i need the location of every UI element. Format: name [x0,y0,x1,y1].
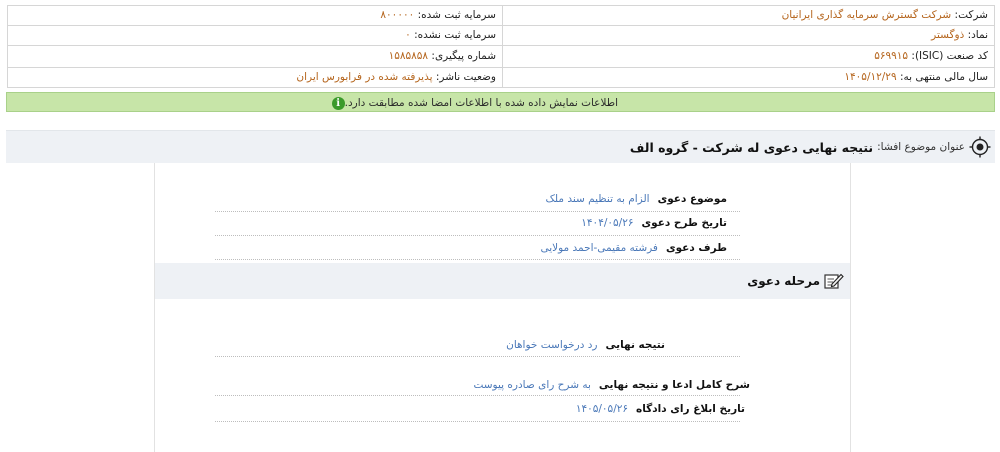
symbol-cell: نماد: ذوگستر [502,26,994,46]
final-result-label: نتیجه نهایی [605,339,666,351]
company-name-cell: شرکت: شرکت گسترش سرمایه گذاری ایرانیان [502,6,994,26]
isic-value: ۵۶۹۹۱۵ [874,50,909,62]
isic-cell: کد صنعت (ISIC): ۵۶۹۹۱۵ [502,46,994,68]
info-row: شرکت: شرکت گسترش سرمایه گذاری ایرانیان س… [8,6,994,26]
full-description-label: شرح کامل ادعا و نتیجه نهایی [598,379,750,391]
notice-text: اطلاعات نمایش داده شده با اطلاعات امضا ش… [344,97,618,109]
fiscal-year-cell: سال مالی منتهی به: ۱۴۰۵/۱۲/۲۹ [502,68,994,88]
claim-content-panel: موضوع دعوی الزام به تنظیم سند ملک تاریخ … [154,163,851,452]
fiscal-year-label: سال مالی منتهی به: [899,71,988,83]
registered-capital-label: سرمایه ثبت شده: [417,9,496,21]
symbol-label: نماد: [967,29,988,41]
divider [215,259,740,260]
verdict-date-value: ۱۴۰۵/۰۵/۲۶ [575,403,629,415]
claim-subject-row: موضوع دعوی الزام به تنظیم سند ملک [546,193,728,205]
company-label: شرکت: [954,9,988,21]
claim-stage-title: مرحله دعوی [747,274,820,288]
divider [215,395,740,396]
verdict-date-row: تاریخ ابلاغ رای دادگاه ۱۴۰۵/۰۵/۲۶ [576,403,745,415]
publisher-status-cell: وضعیت ناشر: پذیرفته شده در فرابورس ایران [8,68,502,88]
edit-icon [824,273,844,289]
claim-party-value: فرشته مقیمی-احمد مولایی [540,242,658,254]
symbol-value: ذوگستر [931,29,965,41]
info-row: سال مالی منتهی به: ۱۴۰۵/۱۲/۲۹ وضعیت ناشر… [8,68,994,88]
full-description-row: شرح کامل ادعا و نتیجه نهایی به شرح رای ص… [473,379,750,391]
info-icon: i [331,96,345,110]
claim-party-label: طرف دعوی [665,242,727,254]
registered-capital-value: ۸۰۰۰۰۰ [380,9,415,21]
unregistered-capital-label: سرمایه ثبت نشده: [414,29,496,41]
claim-stage-header: مرحله دعوی [155,263,850,299]
filing-date-row: تاریخ طرح دعوی ۱۴۰۴/۰۵/۲۶ [581,217,727,229]
filing-date-label: تاریخ طرح دعوی [641,217,727,229]
claim-party-row: طرف دعوی فرشته مقیمی-احمد مولایی [540,242,727,254]
tracking-number-label: شماره پیگیری: [431,50,496,62]
disclosure-title-bar: عنوان موضوع افشا: نتیجه نهایی دعوی له شر… [6,130,995,163]
divider [215,211,740,212]
fiscal-year-value: ۱۴۰۵/۱۲/۲۹ [844,71,897,83]
publisher-status-label: وضعیت ناشر: [435,71,496,83]
tracking-number-value: ۱۵۸۵۸۵۸ [388,50,429,62]
info-row: کد صنعت (ISIC): ۵۶۹۹۱۵ شماره پیگیری: ۱۵۸… [8,46,994,68]
divider [215,421,740,422]
divider [215,356,740,357]
disclosure-title-label: عنوان موضوع افشا: [877,141,965,153]
signature-verified-notice: i اطلاعات نمایش داده شده با اطلاعات امضا… [6,92,995,112]
publisher-status-value: پذیرفته شده در فرابورس ایران [296,71,433,83]
tracking-number-cell: شماره پیگیری: ۱۵۸۵۸۵۸ [8,46,502,68]
verdict-date-label: تاریخ ابلاغ رای دادگاه [636,403,745,415]
final-result-row: نتیجه نهایی رد درخواست خواهان [506,339,665,351]
full-description-value: به شرح رای صادره پیوست [473,379,591,391]
isic-label: کد صنعت (ISIC): [911,50,988,62]
disclosure-title-value: نتیجه نهایی دعوی له شرکت - گروه الف [629,139,874,155]
claim-subject-label: موضوع دعوی [657,193,727,205]
info-row: نماد: ذوگستر سرمایه ثبت نشده: ۰ [8,26,994,46]
final-result-value: رد درخواست خواهان [506,339,598,351]
filing-date-value: ۱۴۰۴/۰۵/۲۶ [581,217,634,229]
unregistered-capital-cell: سرمایه ثبت نشده: ۰ [8,26,502,46]
claim-subject-value: الزام به تنظیم سند ملک [545,193,650,205]
target-icon [969,136,991,158]
unregistered-capital-value: ۰ [405,29,411,41]
registered-capital-cell: سرمایه ثبت شده: ۸۰۰۰۰۰ [8,6,502,26]
company-info-table: شرکت: شرکت گسترش سرمایه گذاری ایرانیان س… [7,5,995,88]
company-value: شرکت گسترش سرمایه گذاری ایرانیان [781,9,952,21]
divider [215,235,740,236]
